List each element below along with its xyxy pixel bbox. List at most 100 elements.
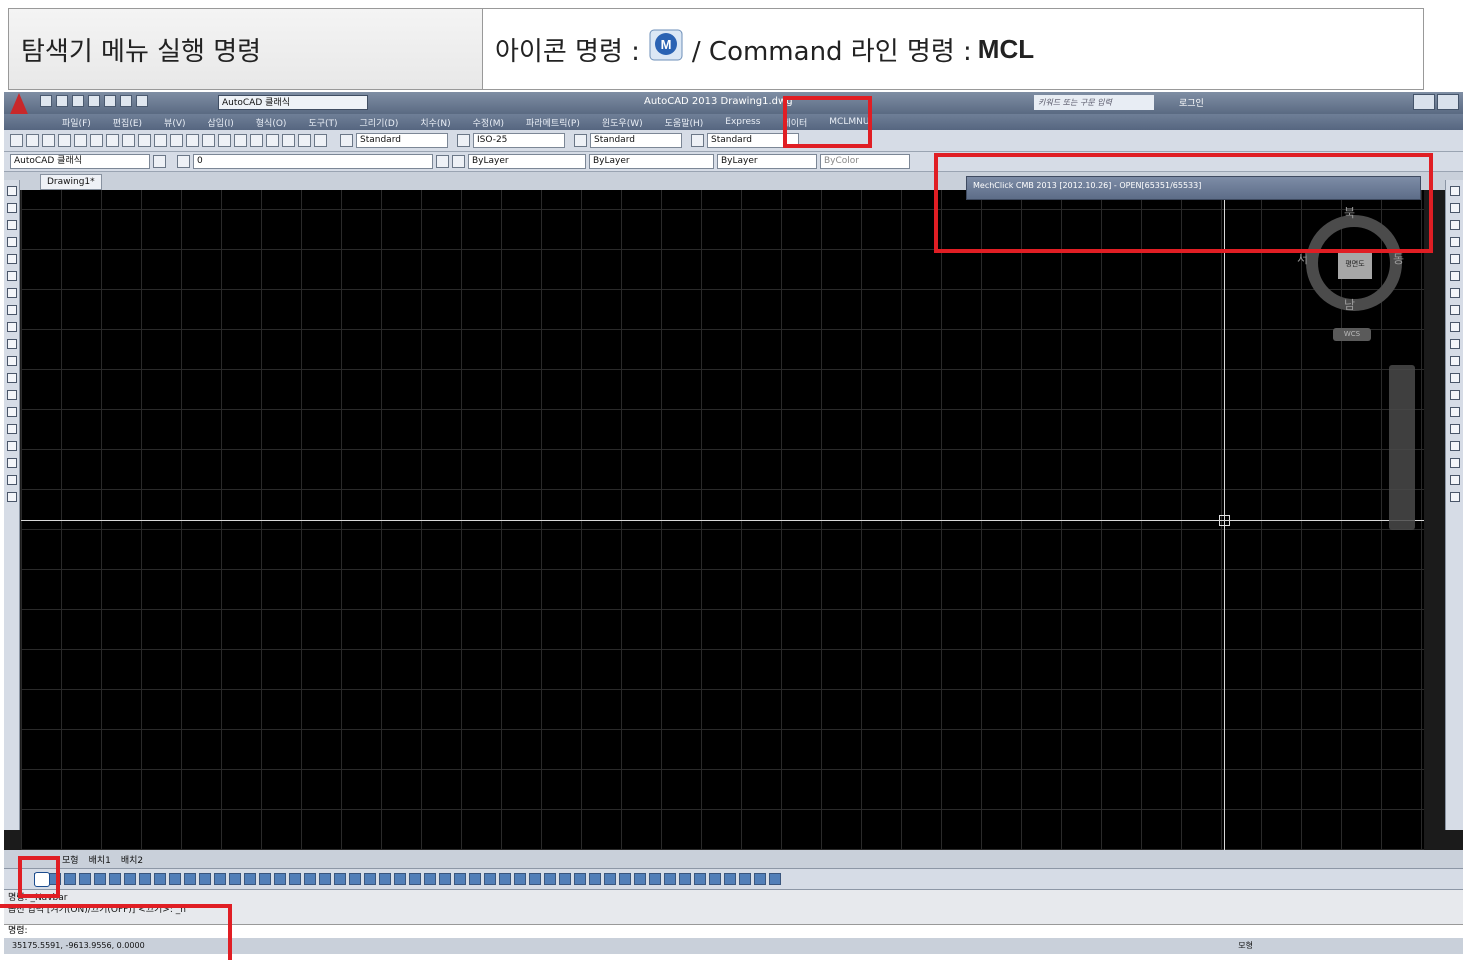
menu-insert[interactable]: 삽입(I): [208, 116, 234, 129]
spline-icon[interactable]: [6, 322, 17, 332]
point-icon[interactable]: [6, 407, 17, 417]
mc-tool-icon-25[interactable]: [394, 873, 406, 885]
move-icon[interactable]: [1449, 271, 1460, 281]
mtext-icon[interactable]: [6, 492, 17, 502]
mc-tool-icon-4[interactable]: [79, 873, 91, 885]
table-icon[interactable]: [6, 475, 17, 485]
text-style-dropdown[interactable]: Standard: [356, 133, 448, 148]
mc-tool-icon-16[interactable]: [259, 873, 271, 885]
lineweight-dropdown[interactable]: ByLayer: [717, 154, 817, 169]
undo-icon[interactable]: [170, 134, 183, 147]
make-block-icon[interactable]: [6, 390, 17, 400]
viewcube-top-face[interactable]: 평면도: [1338, 249, 1372, 279]
toolpalette-icon[interactable]: [298, 134, 311, 147]
mc-tool-icon-19[interactable]: [304, 873, 316, 885]
mleaderstyle-icon[interactable]: [691, 134, 704, 147]
table-style-dropdown[interactable]: Standard: [590, 133, 682, 148]
mc-tool-icon-12[interactable]: [199, 873, 211, 885]
mc-tool-icon-17[interactable]: [274, 873, 286, 885]
draworder-icon[interactable]: [1449, 458, 1460, 468]
mc-tool-icon-33[interactable]: [514, 873, 526, 885]
circle-icon[interactable]: [6, 288, 17, 298]
tab-layout2[interactable]: 배치2: [121, 853, 143, 866]
menu-edit[interactable]: 편집(E): [113, 116, 142, 129]
mirror-icon[interactable]: [1449, 220, 1460, 230]
login-button[interactable]: 로그인: [1179, 96, 1204, 109]
redo-icon[interactable]: [186, 134, 199, 147]
rotate-icon[interactable]: [1449, 288, 1460, 298]
menu-format[interactable]: 형식(O): [256, 116, 287, 129]
mc-tool-icon-50[interactable]: [769, 873, 781, 885]
paste-icon[interactable]: [138, 134, 151, 147]
minimize-icon[interactable]: [1413, 94, 1435, 110]
mc-tool-icon-42[interactable]: [649, 873, 661, 885]
layer-manager-icon[interactable]: [177, 155, 190, 168]
gradient-icon[interactable]: [6, 441, 17, 451]
mc-tool-icon-49[interactable]: [754, 873, 766, 885]
scale-icon[interactable]: [1449, 305, 1460, 315]
mc-tool-icon-15[interactable]: [244, 873, 256, 885]
rectangle-icon[interactable]: [6, 254, 17, 264]
undo-icon[interactable]: [120, 95, 132, 107]
extend-icon[interactable]: [1449, 356, 1460, 366]
menu-dimension[interactable]: 치수(N): [420, 116, 450, 129]
open-icon[interactable]: [56, 95, 68, 107]
fillet-icon[interactable]: [1449, 424, 1460, 434]
layer-previous-icon[interactable]: [436, 155, 449, 168]
menu-express[interactable]: Express: [725, 117, 760, 127]
zoom-previous-icon[interactable]: [250, 134, 263, 147]
mc-tool-icon-5[interactable]: [94, 873, 106, 885]
arc-icon[interactable]: [6, 271, 17, 281]
menu-parametric[interactable]: 파라메트릭(P): [526, 116, 580, 129]
mc-tool-icon-22[interactable]: [349, 873, 361, 885]
mc-tool-icon-29[interactable]: [454, 873, 466, 885]
mc-tool-icon-35[interactable]: [544, 873, 556, 885]
saveas-icon[interactable]: [88, 95, 100, 107]
cut-icon[interactable]: [106, 134, 119, 147]
mc-tool-icon-34[interactable]: [529, 873, 541, 885]
navigation-bar[interactable]: [1389, 365, 1415, 530]
menu-window[interactable]: 윈도우(W): [602, 116, 643, 129]
mc-tool-icon-20[interactable]: [319, 873, 331, 885]
textstyle-icon[interactable]: [340, 134, 353, 147]
mc-tool-icon-45[interactable]: [694, 873, 706, 885]
mc-tool-icon-38[interactable]: [589, 873, 601, 885]
linetype-dropdown[interactable]: ByLayer: [589, 154, 714, 169]
mc-tool-icon-37[interactable]: [574, 873, 586, 885]
mc-tool-icon-46[interactable]: [709, 873, 721, 885]
tab-layout1[interactable]: 배치1: [89, 853, 111, 866]
search-input[interactable]: 키워드 또는 구문 입력: [1034, 95, 1154, 110]
preview-icon[interactable]: [74, 134, 87, 147]
save-icon[interactable]: [72, 95, 84, 107]
maximize-icon[interactable]: [1437, 94, 1459, 110]
join-icon[interactable]: [1449, 390, 1460, 400]
array-icon[interactable]: [1449, 254, 1460, 264]
explode-icon[interactable]: [1449, 441, 1460, 451]
mc-tool-icon-8[interactable]: [139, 873, 151, 885]
mc-tool-icon-3[interactable]: [64, 873, 76, 885]
trim-icon[interactable]: [1449, 339, 1460, 349]
mc-tool-icon-6[interactable]: [109, 873, 121, 885]
new-icon[interactable]: [40, 95, 52, 107]
layer-state-icon[interactable]: [452, 155, 465, 168]
mc-tool-icon-47[interactable]: [724, 873, 736, 885]
mc-tool-icon-11[interactable]: [184, 873, 196, 885]
insert-block-icon[interactable]: [6, 373, 17, 383]
tablestyle-icon[interactable]: [574, 134, 587, 147]
mc-tool-icon-40[interactable]: [619, 873, 631, 885]
redo-icon[interactable]: [136, 95, 148, 107]
xline-icon[interactable]: [6, 203, 17, 213]
plot-icon[interactable]: [104, 95, 116, 107]
copy-icon[interactable]: [122, 134, 135, 147]
stretch-icon[interactable]: [1449, 322, 1460, 332]
erase-icon[interactable]: [1449, 186, 1460, 196]
tab-model[interactable]: 모형: [62, 853, 79, 866]
menu-view[interactable]: 뷰(V): [164, 116, 185, 129]
mc-tool-icon-44[interactable]: [679, 873, 691, 885]
offset-icon[interactable]: [1449, 237, 1460, 247]
ellipse-arc-icon[interactable]: [6, 356, 17, 366]
menu-help[interactable]: 도움말(H): [665, 116, 704, 129]
tab-drawing1[interactable]: Drawing1*: [40, 174, 102, 190]
region-icon[interactable]: [6, 458, 17, 468]
help-icon[interactable]: [314, 134, 327, 147]
